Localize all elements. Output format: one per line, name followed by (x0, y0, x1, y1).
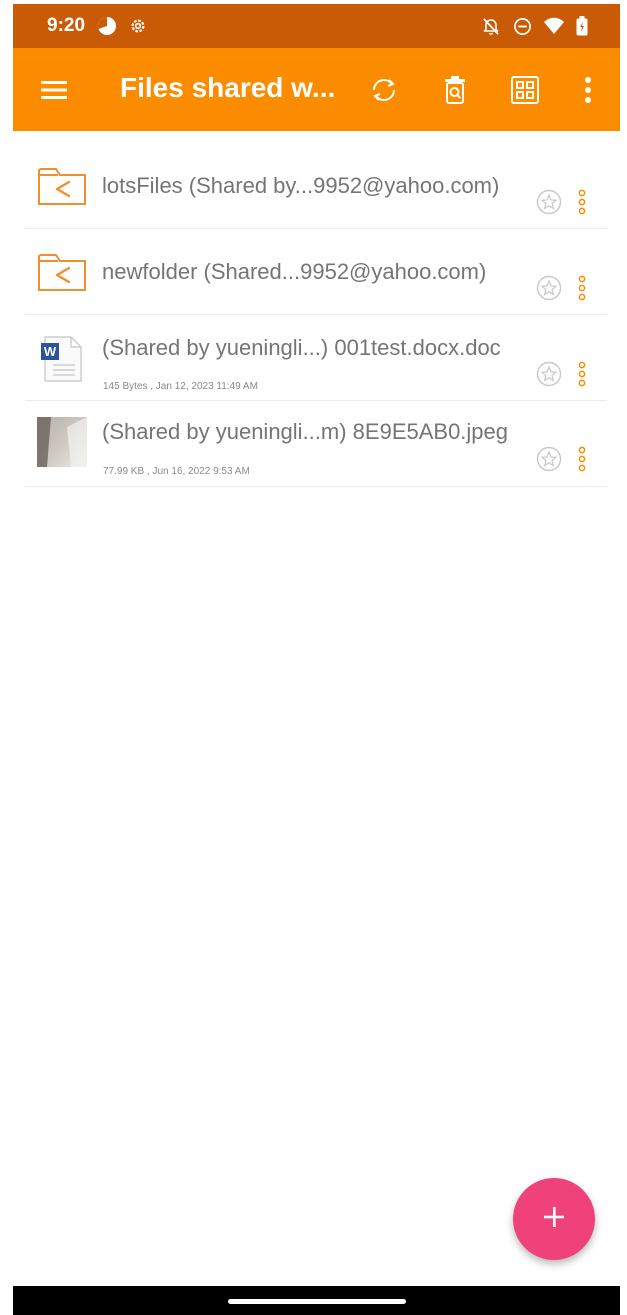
star-icon[interactable] (536, 361, 562, 387)
battery-icon (576, 16, 588, 36)
app-bar: Files shared w... (13, 48, 620, 131)
wifi-icon (544, 17, 564, 35)
shared-folder-icon (37, 252, 87, 297)
file-meta: 145 Bytes , Jan 12, 2023 11:49 AM (103, 381, 258, 392)
star-icon[interactable] (536, 446, 562, 472)
list-item[interactable]: lotsFiles (Shared by...9952@yahoo.com) (25, 142, 607, 229)
file-name: (Shared by yueningli...m) 8E9E5AB0.jpeg (102, 419, 509, 444)
gear-icon (129, 17, 147, 35)
grid-view-icon[interactable] (509, 74, 541, 106)
menu-icon[interactable] (39, 76, 69, 104)
add-button[interactable] (513, 1178, 595, 1260)
item-more-icon[interactable] (577, 360, 587, 388)
star-icon[interactable] (536, 189, 562, 215)
list-item[interactable]: (Shared by yueningli...m) 8E9E5AB0.jpeg … (25, 401, 607, 487)
notifications-off-icon (481, 16, 501, 36)
status-bar: 9:20 (13, 4, 620, 48)
page-title: Files shared w... (120, 72, 336, 103)
navigation-bar (13, 1286, 620, 1315)
list-item[interactable]: W (Shared by yueningli...) 001test.docx.… (25, 315, 607, 401)
file-name: lotsFiles (Shared by...9952@yahoo.com) (102, 173, 500, 198)
pie-chart-icon (97, 16, 117, 36)
home-gesture-handle[interactable] (228, 1299, 406, 1304)
file-meta: 77.99 KB , Jun 16, 2022 9:53 AM (103, 466, 250, 477)
sync-icon[interactable] (368, 74, 400, 106)
trash-search-icon[interactable] (439, 74, 471, 106)
list-item[interactable]: newfolder (Shared...9952@yahoo.com) (25, 229, 607, 315)
svg-text:W: W (44, 344, 57, 359)
shared-folder-icon (37, 166, 87, 211)
do-not-disturb-icon (513, 17, 532, 36)
word-document-icon: W (39, 335, 85, 388)
item-more-icon[interactable] (577, 188, 587, 216)
file-name: newfolder (Shared...9952@yahoo.com) (102, 259, 487, 284)
file-list: lotsFiles (Shared by...9952@yahoo.com) n… (25, 142, 607, 487)
item-more-icon[interactable] (577, 445, 587, 473)
status-time: 9:20 (47, 15, 86, 36)
plus-icon (542, 1205, 566, 1234)
item-more-icon[interactable] (577, 274, 587, 302)
file-name: (Shared by yueningli...) 001test.docx.do… (102, 335, 501, 360)
star-icon[interactable] (536, 275, 562, 301)
more-vert-icon[interactable] (580, 74, 596, 106)
image-thumbnail (37, 417, 87, 472)
